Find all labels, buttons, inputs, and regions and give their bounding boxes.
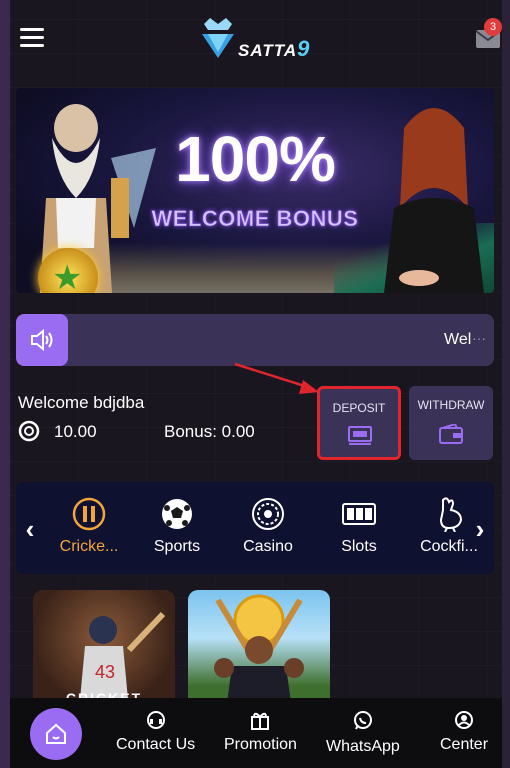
banner-subtitle: WELCOME BONUS — [151, 206, 359, 232]
withdraw-label: WITHDRAW — [417, 398, 485, 412]
right-frame — [502, 0, 510, 768]
deposit-cash-icon — [348, 426, 372, 445]
announcement-marquee[interactable]: Wel ··· — [16, 314, 494, 366]
deposit-button[interactable]: DEPOSIT — [317, 386, 401, 460]
category-label: Slots — [341, 538, 377, 555]
rooster-icon — [439, 497, 463, 532]
promo-banner[interactable]: 100% WELCOME BONUS — [16, 88, 494, 293]
game-tile-cricket[interactable]: 43 CRICKET — [33, 590, 175, 710]
soccer-ball-icon — [162, 499, 192, 529]
game-tile-cricket-team[interactable] — [188, 590, 330, 710]
nav-label: Contact Us — [116, 736, 196, 753]
roulette-icon — [252, 498, 284, 530]
user-icon — [455, 711, 474, 729]
category-next-arrow-icon[interactable]: › — [470, 514, 490, 545]
home-icon — [46, 723, 66, 744]
nav-promotion[interactable]: Promotion — [224, 710, 297, 754]
logo-text: SATTA — [238, 41, 298, 60]
nav-whatsapp[interactable]: WhatsApp — [326, 710, 400, 756]
left-frame — [0, 0, 10, 768]
whatsapp-icon — [353, 711, 372, 730]
category-casino[interactable]: Casino — [223, 492, 313, 564]
category-sports[interactable]: Sports — [132, 492, 222, 564]
logo-number: 9 — [297, 36, 311, 61]
nav-center[interactable]: Center — [440, 710, 488, 754]
crown-diamond-icon — [202, 18, 234, 58]
balance-gear-icon[interactable] — [18, 420, 40, 442]
balance-amount: 10.00 — [54, 422, 97, 441]
bottom-navigation: Contact Us Promotion WhatsApp Center — [10, 698, 502, 768]
welcome-text: Welcome bdjdba — [18, 393, 145, 412]
wallet-icon — [439, 424, 463, 444]
category-label: Casino — [243, 538, 293, 555]
slot-machine-icon — [342, 503, 376, 525]
game-category-bar: ‹ Cricke... Sports Casino Slots Cockfi..… — [16, 482, 494, 574]
withdraw-button[interactable]: WITHDRAW — [409, 386, 493, 460]
nav-label: Center — [440, 736, 489, 753]
red-arrow-annotation — [234, 362, 319, 394]
cricket-team-icon — [214, 594, 304, 710]
nav-label: Promotion — [224, 736, 297, 753]
headset-icon — [146, 711, 165, 729]
top-header: SATTA9 3 — [10, 0, 502, 80]
nav-contact-us[interactable]: Contact Us — [116, 710, 195, 754]
mail-badge: 3 — [484, 18, 502, 36]
home-button[interactable] — [30, 708, 82, 760]
category-prev-arrow-icon[interactable]: ‹ — [20, 514, 40, 545]
hamburger-menu-icon[interactable] — [20, 28, 44, 48]
nav-label: WhatsApp — [326, 738, 400, 755]
deposit-label: DEPOSIT — [332, 401, 386, 415]
banner-title: 100% — [175, 123, 336, 195]
site-logo[interactable]: SATTA9 — [198, 14, 338, 64]
category-cricket[interactable]: Cricke... — [44, 492, 134, 564]
mail-icon[interactable]: 3 — [475, 18, 502, 48]
gift-icon — [251, 712, 270, 730]
marquee-text: Wel — [444, 331, 472, 348]
category-label: Sports — [153, 538, 201, 555]
marquee-more: ··· — [472, 330, 486, 346]
bonus-amount: Bonus: 0.00 — [164, 422, 255, 441]
cricket-icon — [72, 497, 106, 531]
category-slots[interactable]: Slots — [314, 492, 404, 564]
category-label: Cricke... — [59, 538, 119, 555]
speaker-icon[interactable] — [16, 314, 68, 366]
svg-text:43: 43 — [95, 662, 115, 682]
